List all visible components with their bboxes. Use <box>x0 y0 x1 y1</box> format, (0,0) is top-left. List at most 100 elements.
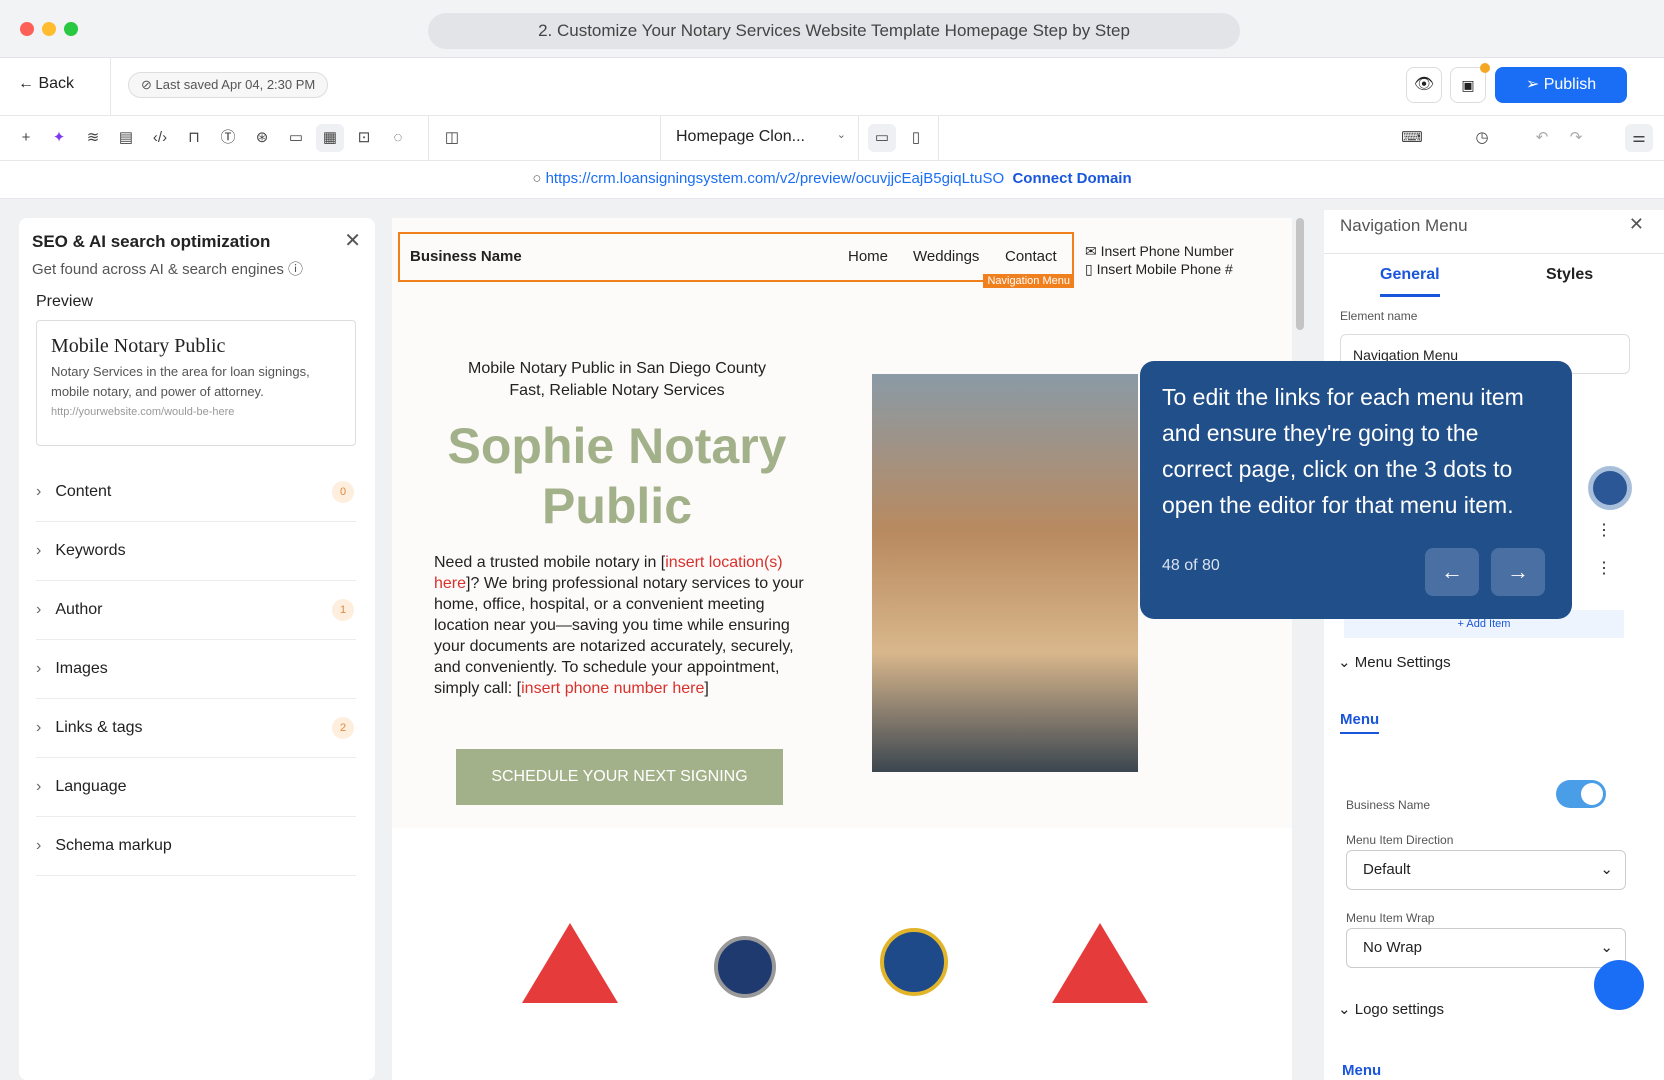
count-badge: 1 <box>332 599 354 621</box>
chevron-right-icon: › <box>36 778 42 795</box>
save-icon: ▣ <box>1461 77 1475 93</box>
publish-label: Publish <box>1543 76 1597 93</box>
unsaved-dot <box>1480 63 1490 73</box>
logo-strip <box>392 828 1292 1080</box>
menu-settings-header[interactable]: ⌄ Menu Settings <box>1338 653 1451 671</box>
body-text: ] <box>704 680 709 697</box>
logo-settings-label: Logo settings <box>1354 1001 1444 1018</box>
tagline-2: Fast, Reliable Notary Services <box>509 382 725 399</box>
tour-next-button[interactable]: → <box>1491 548 1545 596</box>
more-dots-icon[interactable]: ⋮ <box>1596 520 1612 540</box>
section-label: Content <box>55 483 112 500</box>
seo-icon[interactable]: ▦ <box>316 124 344 152</box>
back-label: Back <box>38 75 75 92</box>
wrap-value: No Wrap <box>1363 939 1422 956</box>
close-icon[interactable]: ✕ <box>1629 214 1644 235</box>
toolbar: + ✦ ≋ ▤ ‹/› ⊓ Ⓣ ⊛ ▭ ▦ ⊡ ◌ ◫ Homepage Clo… <box>0 116 1664 161</box>
preview-url-bar: ○ https://crm.loansigningsystem.com/v2/p… <box>0 161 1664 199</box>
seo-section-author[interactable]: › Author 1 <box>36 581 356 640</box>
color-icon[interactable]: ⊛ <box>248 124 276 152</box>
divider <box>938 116 939 161</box>
tab-styles[interactable]: Styles <box>1546 266 1593 284</box>
seo-section-links-tags[interactable]: › Links & tags 2 <box>36 699 356 758</box>
envelope-icon: ✉ <box>1085 243 1097 259</box>
connect-domain-link[interactable]: Connect Domain <box>1012 170 1131 187</box>
mobile-text: Insert Mobile Phone # <box>1096 261 1233 277</box>
settings-sliders-icon[interactable]: ⚌ <box>1625 124 1653 152</box>
split-icon[interactable]: ◫ <box>438 124 466 152</box>
add-element-icon[interactable]: + <box>12 124 40 152</box>
cookie-icon[interactable]: ◌ <box>384 124 412 152</box>
seo-section-content[interactable]: › Content 0 <box>36 463 356 522</box>
preview-url-link[interactable]: https://crm.loansigningsystem.com/v2/pre… <box>546 170 1005 187</box>
element-name-label: Element name <box>1340 309 1418 323</box>
menu-tab-2[interactable]: Menu <box>1342 1062 1381 1079</box>
last-saved-text: Last saved Apr 04, 2:30 PM <box>155 77 316 92</box>
terminal-icon[interactable]: ⊡ <box>350 124 378 152</box>
info-icon[interactable]: ⓘ <box>288 261 303 278</box>
undo-icon[interactable]: ↶ <box>1528 124 1556 152</box>
nav-home[interactable]: Home <box>848 248 888 265</box>
paint-icon[interactable]: ⊓ <box>180 124 208 152</box>
contact-info: ✉ Insert Phone Number ▯ Insert Mobile Ph… <box>1085 242 1234 278</box>
close-icon[interactable]: ✕ <box>344 228 361 253</box>
business-name-label: Business Name <box>1346 798 1431 812</box>
navigation-menu-element[interactable]: Business Name Home Weddings Contact Navi… <box>398 232 1074 288</box>
schedule-button[interactable]: SCHEDULE YOUR NEXT SIGNING <box>456 749 783 805</box>
mobile-icon[interactable]: ▯ <box>902 124 930 152</box>
business-name-toggle[interactable] <box>1556 780 1606 808</box>
count-badge: 2 <box>332 717 354 739</box>
save-button[interactable]: ▣ <box>1450 67 1486 103</box>
section-label: Links & tags <box>55 719 143 736</box>
preview-button[interactable]: 👁 <box>1406 67 1442 103</box>
nav-weddings[interactable]: Weddings <box>913 248 979 265</box>
divider <box>1324 253 1664 254</box>
history-icon[interactable]: ◷ <box>1468 124 1496 152</box>
chat-button[interactable] <box>1594 960 1644 1010</box>
chevron-right-icon: › <box>36 719 42 736</box>
tab-general[interactable]: General <box>1380 266 1440 297</box>
body-text: ]? We bring professional notary services… <box>434 575 804 697</box>
more-dots-icon[interactable]: ⋮ <box>1596 558 1612 578</box>
direction-label: Menu Item Direction <box>1346 833 1454 847</box>
tour-prev-button[interactable]: ← <box>1425 548 1479 596</box>
seo-section-schema-markup[interactable]: › Schema markup <box>36 817 356 876</box>
arrow-left-icon: ← <box>1441 559 1463 584</box>
certified-notary-badge <box>714 936 776 998</box>
minimize-window-button[interactable] <box>42 22 56 36</box>
pages-icon[interactable]: ▤ <box>112 124 140 152</box>
keyboard-icon[interactable]: ⌨ <box>1398 124 1426 152</box>
desktop-icon[interactable]: ▭ <box>868 124 896 152</box>
code-icon[interactable]: ‹/› <box>146 124 174 152</box>
section-icon[interactable]: ▭ <box>282 124 310 152</box>
hero-body: Need a trusted mobile notary in [insert … <box>434 552 804 699</box>
element-tag: Navigation Menu <box>983 274 1074 288</box>
placeholder-phone: insert phone number here <box>521 680 705 697</box>
ai-sparkle-icon[interactable]: ✦ <box>45 124 73 152</box>
maximize-window-button[interactable] <box>64 22 78 36</box>
back-button[interactable]: ← Back <box>18 75 74 93</box>
direction-select[interactable]: Default ⌄ <box>1346 850 1626 890</box>
close-window-button[interactable] <box>20 22 34 36</box>
wrap-select[interactable]: No Wrap ⌄ <box>1346 928 1626 968</box>
canvas-scrollbar[interactable] <box>1296 218 1304 330</box>
page-select[interactable]: Homepage Clon... ⌄ <box>676 128 846 146</box>
redo-icon[interactable]: ↷ <box>1562 124 1590 152</box>
seo-section-images[interactable]: › Images <box>36 640 356 699</box>
nav-contact[interactable]: Contact <box>1005 248 1057 265</box>
seo-section-keywords[interactable]: › Keywords <box>36 522 356 581</box>
preview-title: Mobile Notary Public <box>51 335 226 357</box>
phone-line: ✉ Insert Phone Number <box>1085 242 1234 260</box>
page-select-value: Homepage Clon... <box>676 128 805 145</box>
layers-icon[interactable]: ≋ <box>79 124 107 152</box>
text-icon[interactable]: Ⓣ <box>214 124 242 152</box>
chevron-down-icon: ⌄ <box>1600 861 1613 878</box>
publish-button[interactable]: ➢ Publish <box>1495 67 1627 103</box>
menu-settings-label: Menu Settings <box>1354 654 1451 671</box>
preview-description: Notary Services in the area for loan sig… <box>51 364 310 399</box>
page-canvas: Business Name Home Weddings Contact Navi… <box>392 218 1292 1080</box>
search-preview-card: Mobile Notary Public Notary Services in … <box>36 320 356 446</box>
menu-tab[interactable]: Menu <box>1340 711 1380 734</box>
logo-settings-header[interactable]: ⌄ Logo settings <box>1338 1000 1444 1018</box>
seo-section-language[interactable]: › Language <box>36 758 356 817</box>
